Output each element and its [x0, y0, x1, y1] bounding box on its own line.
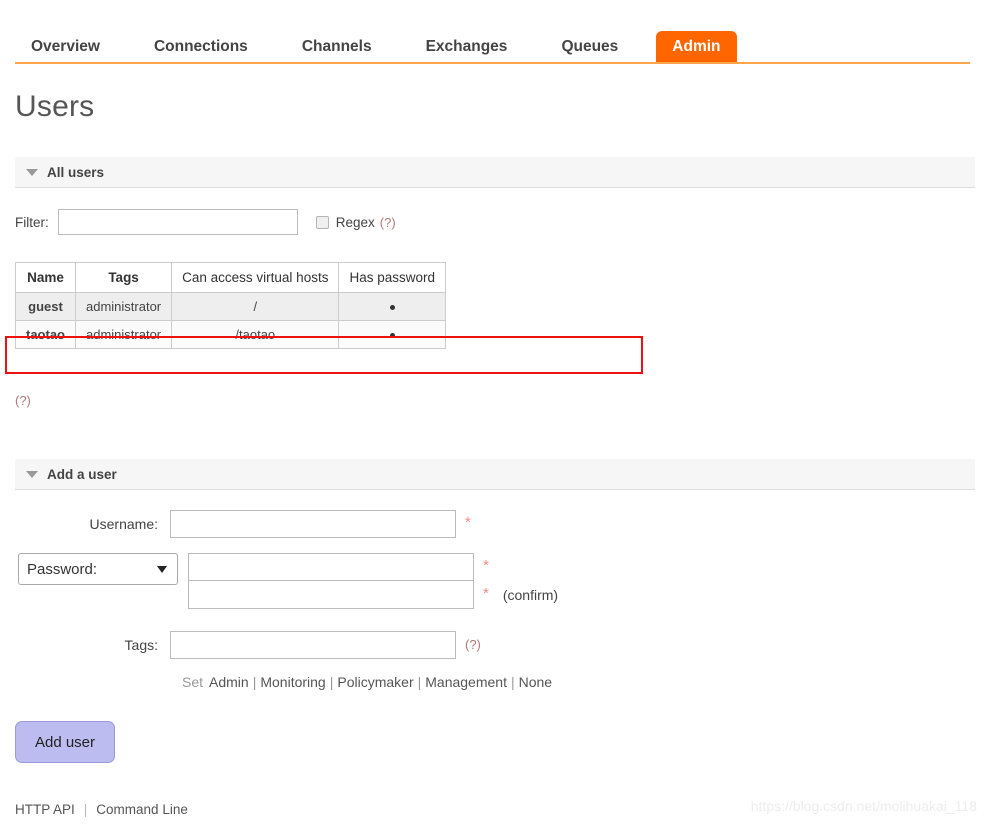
username-input[interactable] [170, 510, 456, 538]
nav-tab-connections[interactable]: Connections [138, 31, 264, 64]
users-table: Name Tags Can access virtual hosts Has pass… [15, 262, 446, 349]
column-header-tags[interactable]: Tags [74, 262, 173, 293]
nav-tab-admin[interactable]: Admin [656, 31, 737, 64]
users-table-help-icon[interactable]: (?) [15, 393, 31, 408]
footer-link-http-api[interactable]: HTTP API [15, 802, 75, 817]
tags-help-icon[interactable]: (?) [465, 631, 481, 659]
username-label: Username: [89, 516, 158, 532]
filter-row: Filter: Regex (?) [15, 207, 396, 237]
tag-presets-links: Set Admin | Monitoring | Policymaker | Manageme… [182, 672, 552, 692]
filter-label: Filter: [15, 214, 49, 230]
nav-tab-overview[interactable]: Overview [15, 31, 116, 64]
tag-preset-monitoring[interactable]: Monitoring [260, 674, 325, 690]
tag-presets-separator: | [329, 674, 334, 690]
tags-row: Tags: (?) [0, 631, 481, 659]
page-title: Users [15, 90, 95, 123]
column-header-has-password[interactable]: Has password [338, 262, 446, 293]
tags-label: Tags: [124, 637, 158, 653]
filter-input[interactable] [57, 209, 298, 235]
chevron-down-icon [26, 470, 38, 478]
password-type-select[interactable]: Password: [18, 553, 178, 585]
has-password-dot-icon [389, 333, 395, 339]
tags-input[interactable] [170, 631, 456, 659]
add-user-button[interactable]: Add user [15, 721, 115, 763]
password-confirm-label: (confirm) [502, 587, 559, 603]
nav-underline [15, 62, 970, 64]
tag-preset-admin[interactable]: Admin [209, 674, 249, 690]
section-header-add-user-label: Add a user [47, 466, 117, 482]
tag-presets-prefix: Set [182, 674, 204, 690]
nav-tab-exchanges[interactable]: Exchanges [410, 31, 524, 64]
regex-help-icon[interactable]: (?) [380, 215, 396, 230]
tag-preset-management[interactable]: Management [425, 674, 507, 690]
column-header-can-access-virtual-hosts[interactable]: Can access virtual hosts [171, 262, 340, 293]
footer-links: HTTP API | Command Line [15, 802, 188, 817]
password-input[interactable] [188, 553, 474, 581]
password-row: Password: * * (confirm) [0, 553, 558, 609]
cell-user-has-password [338, 292, 446, 321]
footer-separator: | [83, 802, 88, 817]
table-row[interactable]: taotao administrator/taotao [15, 320, 446, 349]
tag-presets-separator: | [252, 674, 257, 690]
cell-user-name: taotao [15, 320, 76, 349]
cell-user-vhosts: / [171, 292, 340, 321]
table-row[interactable]: guest administrator / [15, 292, 446, 321]
chevron-down-icon [26, 168, 38, 176]
password-confirm-line: * (confirm) [188, 581, 558, 609]
watermark: https://blog.csdn.net/molihuakai_118 [750, 798, 977, 814]
password-confirm-required-marker: * [483, 585, 489, 602]
users-table-head: Name Tags Can access virtual hosts Has pass… [15, 262, 446, 293]
tag-preset-policymaker[interactable]: Policymaker [337, 674, 413, 690]
section-header-add-user[interactable]: Add a user [15, 459, 975, 490]
tag-preset-none[interactable]: None [519, 674, 552, 690]
nav-tab-list: Overview Connections Channels Exchanges Queu… [15, 0, 737, 64]
tag-presets-separator: | [417, 674, 422, 690]
footer-link-command-line[interactable]: Command Line [96, 802, 188, 817]
username-required-marker: * [465, 514, 471, 531]
tag-presets-separator: | [510, 674, 515, 690]
tag-presets-row: Set Admin | Monitoring | Policymaker | Manageme… [0, 672, 552, 692]
password-line: * [188, 553, 558, 581]
column-header-name[interactable]: Name [15, 262, 76, 293]
nav-tab-queues[interactable]: Queues [545, 31, 634, 64]
nav-tab-channels[interactable]: Channels [286, 31, 388, 64]
cell-user-vhosts: /taotao [171, 320, 340, 349]
password-inputs: * * (confirm) [188, 553, 558, 609]
cell-user-has-password [338, 320, 446, 349]
cell-user-tags: administrator [74, 292, 173, 321]
section-header-all-users[interactable]: All users [15, 157, 975, 188]
section-header-all-users-label: All users [47, 164, 105, 180]
users-table-header-row: Name Tags Can access virtual hosts Has pass… [15, 262, 446, 293]
users-table-body: guest administrator / taotao administrator/t… [15, 292, 446, 349]
regex-checkbox[interactable] [315, 215, 329, 229]
cell-user-tags: administrator [74, 320, 173, 349]
has-password-dot-icon [389, 305, 395, 311]
password-confirm-input[interactable] [188, 581, 474, 609]
main-navigation: Overview Connections Channels Exchanges Queu… [0, 0, 985, 64]
regex-checkbox-group[interactable]: Regex (?) [315, 214, 396, 230]
username-row: Username: * [0, 510, 471, 538]
password-required-marker: * [483, 557, 489, 574]
password-type-select-label: Password: [27, 560, 98, 578]
cell-user-name: guest [15, 292, 76, 321]
chevron-down-icon [157, 565, 167, 573]
regex-label: Regex [335, 214, 375, 230]
